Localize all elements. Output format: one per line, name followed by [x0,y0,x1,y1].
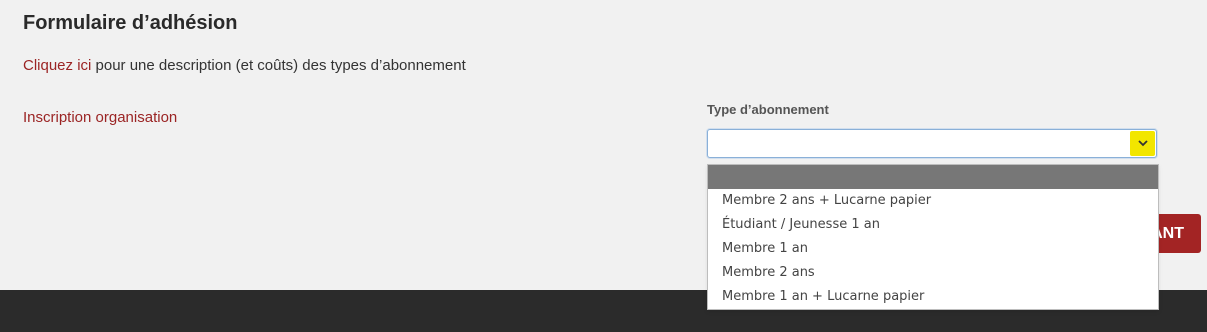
subscription-option-etudiant-jeunesse[interactable]: Étudiant / Jeunesse 1 an [708,213,1158,237]
subscription-type-select[interactable] [707,129,1157,158]
subscription-option-membre-1-an[interactable]: Membre 1 an [708,237,1158,261]
description-link[interactable]: Cliquez ici [23,57,91,74]
page-title: Formulaire d’adhésion [23,12,238,34]
chevron-down-icon[interactable] [1130,131,1155,156]
subscription-option-membre-1-an-lucarne[interactable]: Membre 1 an + Lucarne papier [708,285,1158,309]
subscription-type-label: Type d’abonnement [707,102,829,117]
subscription-option-membre-2-ans-lucarne[interactable]: Membre 2 ans + Lucarne papier [708,189,1158,213]
subscription-options-list[interactable]: Membre 2 ans + Lucarne papier Étudiant /… [707,164,1159,310]
description-text: pour une description (et coûts) des type… [91,57,466,74]
subscription-option-membre-2-ans[interactable]: Membre 2 ans [708,261,1158,285]
organisation-registration-link[interactable]: Inscription organisation [23,109,177,126]
description-line: Cliquez ici pour une description (et coû… [23,57,466,74]
subscription-option-empty[interactable] [708,165,1158,189]
